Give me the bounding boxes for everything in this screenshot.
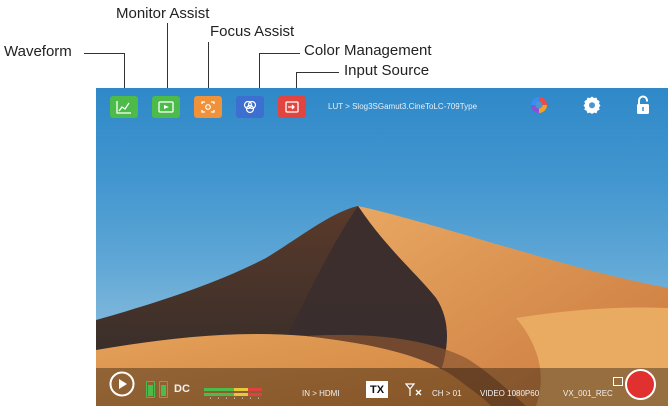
waveform-button[interactable] (110, 96, 138, 118)
tx-badge: TX (366, 381, 388, 398)
monitor-assist-icon (158, 101, 174, 113)
desert-landscape-image (96, 206, 668, 406)
settings-icon (583, 96, 601, 114)
callout-line-color (260, 53, 300, 54)
video-format-status: VIDEO 1080P60 (480, 389, 540, 398)
record-file-name: VX_001_REC (563, 389, 613, 398)
lut-label[interactable]: LUT > Slog3SGamut3.CineToLC-709Type (328, 102, 477, 111)
monitor-assist-button[interactable] (152, 96, 180, 118)
focus-assist-button[interactable] (194, 96, 222, 118)
play-icon (109, 371, 135, 397)
tx-badge-label: TX (369, 383, 385, 396)
record-button[interactable] (625, 369, 656, 400)
play-button[interactable] (108, 370, 136, 398)
callout-line-input (296, 72, 297, 89)
lock-icon (637, 95, 649, 114)
settings-button[interactable] (581, 94, 603, 116)
color-wheel-button[interactable] (528, 94, 550, 116)
color-management-icon (243, 100, 257, 114)
color-wheel-icon (531, 97, 547, 113)
callout-focus-assist: Focus Assist (210, 23, 295, 40)
callout-color-management: Color Management (304, 42, 432, 59)
input-source-icon (285, 101, 299, 113)
callout-line-waveform (124, 53, 125, 89)
battery-2-icon (159, 381, 168, 398)
antenna-icon (404, 383, 423, 397)
callout-waveform: Waveform (4, 43, 72, 60)
callout-line-focus (208, 42, 209, 88)
input-status: IN > HDMI (302, 389, 340, 398)
power-source-label: DC (174, 383, 190, 395)
callout-line-color (259, 53, 260, 89)
focus-assist-icon (201, 101, 215, 113)
waveform-icon (116, 101, 131, 114)
monitor-screen: LUT > Slog3SGamut3.CineToLC-709Type DC I… (96, 88, 668, 406)
input-source-button[interactable] (278, 96, 306, 118)
lock-button[interactable] (632, 94, 654, 116)
record-file-icon (613, 377, 623, 386)
callout-line-waveform (84, 53, 124, 54)
callout-line-monitor (167, 23, 168, 89)
audio-level-meter (204, 388, 262, 399)
channel-status: CH > 01 (432, 389, 462, 398)
callout-input-source: Input Source (344, 62, 430, 79)
color-management-button[interactable] (236, 96, 264, 118)
callout-line-input (297, 72, 339, 73)
battery-1-icon (146, 381, 155, 398)
callout-monitor-assist: Monitor Assist (116, 5, 210, 22)
